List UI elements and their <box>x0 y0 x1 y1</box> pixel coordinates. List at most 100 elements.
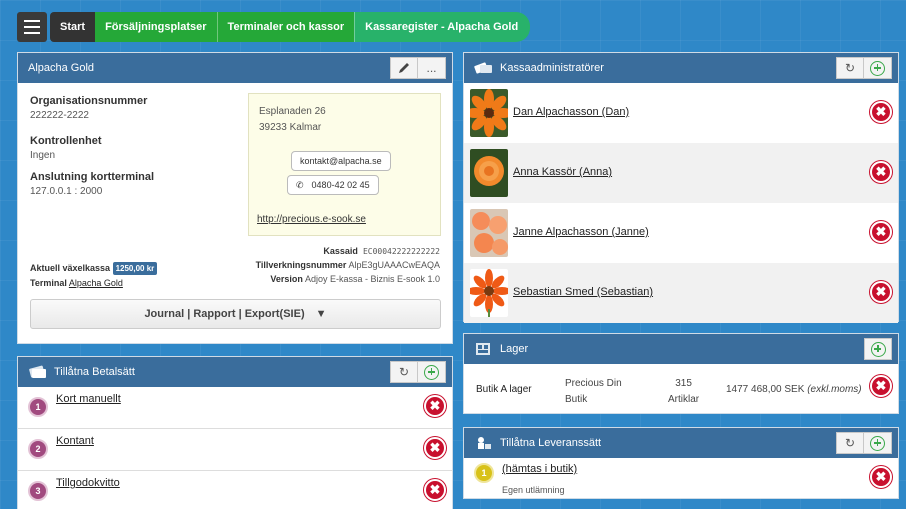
admin-row: Dan Alpachasson (Dan) ✖ <box>464 83 898 143</box>
admins-title: Kassaadministratörer <box>500 62 604 74</box>
conn-label: Anslutning kortterminal <box>30 171 155 183</box>
inventory-panel: Lager Butik A lager Precious Din Butik 3… <box>463 333 899 414</box>
admin-row: Anna Kassör (Anna) ✖ <box>464 143 898 203</box>
phone-icon: ✆ <box>296 180 304 190</box>
control-value: Ingen <box>30 150 56 161</box>
delete-button[interactable]: ✖ <box>870 281 892 303</box>
journal-dropdown-button[interactable]: Journal | Rapport | Export(SIE) ▼ <box>30 299 441 329</box>
admins-header: Kassaadministratörer ↻ <box>464 53 898 83</box>
payment-row: 1 Kort manuellt ✖ <box>18 387 452 429</box>
website-link[interactable]: http://precious.e-sook.se <box>257 212 366 228</box>
inventory-title: Lager <box>500 343 529 355</box>
address-box: Esplanaden 26 39233 Kalmar kontakt@alpac… <box>248 93 441 236</box>
terminal-label: Terminal <box>30 278 67 288</box>
delivery-sub: Egen utlämning <box>502 485 565 495</box>
delivery-header: Tillåtna Leveranssätt ↻ <box>464 428 898 458</box>
delete-button[interactable]: ✖ <box>424 437 446 459</box>
inventory-owner-line2: Butik <box>565 394 588 405</box>
plus-icon <box>424 364 439 380</box>
flower-avatar <box>470 89 508 137</box>
delivery-icon <box>478 437 491 449</box>
refresh-button[interactable]: ↻ <box>390 361 418 383</box>
payment-link[interactable]: Kort manuellt <box>56 393 121 405</box>
admin-row: Sebastian Smed (Sebastian) ✖ <box>464 263 898 323</box>
plus-icon <box>870 435 885 451</box>
kassaid-value: EC00042222222222 <box>362 247 440 256</box>
version-row: Version Adjoy E-kassa - Biznis E-sook 1.… <box>270 274 440 284</box>
breadcrumb-start[interactable]: Start <box>50 12 96 42</box>
payment-row: 3 Tillgodokvitto ✖ <box>18 471 452 509</box>
kassaid-label: Kassaid <box>323 246 358 256</box>
email-button[interactable]: kontakt@alpacha.se <box>291 151 391 171</box>
inventory-value: 1477 468,00 SEK <box>726 384 805 395</box>
payment-icon <box>29 365 46 378</box>
delivery-title: Tillåtna Leveranssätt <box>500 437 602 449</box>
payment-number: 3 <box>28 481 48 501</box>
inventory-store: Butik A lager <box>476 384 532 395</box>
conn-block: Anslutning kortterminal 127.0.0.1 : 2000 <box>30 171 154 197</box>
admins-icon <box>474 62 492 74</box>
conn-value: 127.0.0.1 : 2000 <box>30 186 103 197</box>
payment-methods-title: Tillåtna Betalsätt <box>54 366 135 378</box>
menu-icon[interactable] <box>17 12 47 42</box>
flower-avatar <box>470 209 508 257</box>
payment-number: 2 <box>28 439 48 459</box>
payment-link[interactable]: Kontant <box>56 435 94 447</box>
address-line1: Esplanaden 26 <box>259 106 326 117</box>
current-cash-row: Aktuell växelkassa 1250,00 kr <box>30 262 158 275</box>
delete-button[interactable]: ✖ <box>870 466 892 488</box>
serial-row: Tillverkningsnummer AlpE3gUAAACwEAQA <box>256 260 440 270</box>
delivery-number: 1 <box>474 463 494 483</box>
payment-link[interactable]: Tillgodokvitto <box>56 477 120 489</box>
inventory-owner-line1: Precious Din <box>565 378 622 389</box>
admin-link[interactable]: Anna Kassör (Anna) <box>513 166 612 178</box>
refresh-icon: ↻ <box>398 365 410 379</box>
org-block: Organisationsnummer 222222-2222 <box>30 95 147 121</box>
add-delivery-button[interactable] <box>864 432 892 454</box>
org-value: 222222-2222 <box>30 110 89 121</box>
admins-panel: Kassaadministratörer ↻ Dan Alpachasson (… <box>463 52 899 323</box>
delete-button[interactable]: ✖ <box>870 221 892 243</box>
add-inventory-button[interactable] <box>864 338 892 360</box>
more-button[interactable]: ... <box>418 57 446 79</box>
warehouse-icon <box>476 343 490 355</box>
version-label: Version <box>270 274 303 284</box>
register-panel-header: Alpacha Gold ... <box>18 53 452 83</box>
inventory-header: Lager <box>464 334 898 364</box>
phone-text: 0480-42 02 45 <box>311 180 370 190</box>
inventory-value-row: 1477 468,00 SEK (exkl.moms) <box>726 384 862 395</box>
inventory-count-number: 315 <box>675 378 692 389</box>
payment-methods-header: Tillåtna Betalsätt ↻ <box>18 357 452 387</box>
breadcrumb-sales-places[interactable]: Försäljningsplatser <box>95 12 217 42</box>
delivery-link[interactable]: (hämtas i butik) <box>502 463 577 475</box>
chevron-down-icon: ▼ <box>315 308 327 320</box>
edit-button[interactable] <box>390 57 418 79</box>
email-text: kontakt@alpacha.se <box>300 156 382 166</box>
payment-number: 1 <box>28 397 48 417</box>
admin-link[interactable]: Janne Alpachasson (Janne) <box>513 226 649 238</box>
delete-button[interactable]: ✖ <box>424 479 446 501</box>
address-line2: 39233 Kalmar <box>259 122 322 133</box>
refresh-button[interactable]: ↻ <box>836 432 864 454</box>
kassaid-row: Kassaid EC00042222222222 <box>323 246 440 256</box>
inventory-owner: Precious Din Butik <box>565 376 622 408</box>
add-payment-button[interactable] <box>418 361 446 383</box>
delete-button[interactable]: ✖ <box>870 101 892 123</box>
inventory-value-note: (exkl.moms) <box>807 384 862 395</box>
top-bar: Start Försäljningsplatser Terminaler och… <box>17 11 531 43</box>
plus-icon <box>870 341 886 357</box>
current-cash-label: Aktuell växelkassa <box>30 263 111 273</box>
terminal-link[interactable]: Alpacha Gold <box>69 278 123 288</box>
add-admin-button[interactable] <box>864 57 892 79</box>
refresh-button[interactable]: ↻ <box>836 57 864 79</box>
refresh-icon: ↻ <box>844 436 856 450</box>
delete-button[interactable]: ✖ <box>424 395 446 417</box>
admin-link[interactable]: Sebastian Smed (Sebastian) <box>513 286 653 298</box>
register-title: Alpacha Gold <box>28 62 95 74</box>
phone-button[interactable]: ✆ 0480-42 02 45 <box>287 175 379 195</box>
breadcrumb-terminals[interactable]: Terminaler och kassor <box>216 12 355 42</box>
admin-link[interactable]: Dan Alpachasson (Dan) <box>513 106 629 118</box>
delete-button[interactable]: ✖ <box>870 375 892 397</box>
delete-button[interactable]: ✖ <box>870 161 892 183</box>
current-cash-badge: 1250,00 kr <box>112 262 158 275</box>
